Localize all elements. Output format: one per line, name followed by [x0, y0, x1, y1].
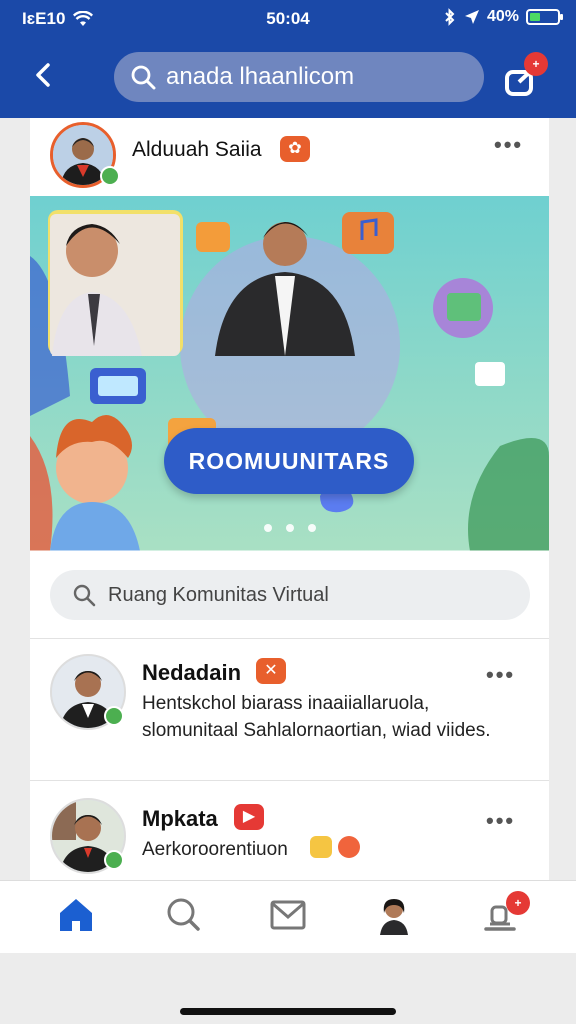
carousel-dot[interactable] — [307, 524, 316, 532]
app-header: anada lhaanlicom + — [0, 36, 576, 118]
header-search-text: anada lhaanlicom — [166, 63, 355, 90]
tab-home[interactable] — [56, 895, 96, 937]
author-name[interactable]: Alduuah Saiia — [132, 138, 262, 162]
tab-messages[interactable] — [268, 895, 308, 937]
post-header: Alduuah Saiia ✿ ••• — [30, 118, 549, 196]
notification-badge: + — [506, 891, 530, 915]
author-tag-badge: ✿ — [280, 136, 310, 162]
divider — [30, 780, 549, 781]
bottom-tab-bar: + — [0, 880, 576, 953]
carousel-dot[interactable] — [285, 524, 294, 532]
mail-icon — [270, 900, 306, 930]
battery-percent: 40% — [486, 8, 519, 25]
status-bar: IɛE10 50:04 40% — [0, 0, 576, 36]
search-icon — [167, 898, 200, 931]
online-indicator — [104, 850, 124, 870]
battery-fill — [530, 13, 541, 21]
profile-avatar-icon — [380, 899, 408, 935]
carousel-dot[interactable] — [263, 524, 272, 532]
commenter-name[interactable]: Mpkata — [142, 806, 218, 832]
search-icon — [73, 584, 96, 607]
home-icon — [60, 899, 92, 931]
share-badge: + — [524, 52, 548, 76]
youtube-icon: ▶ — [234, 804, 264, 830]
location-icon — [464, 10, 479, 24]
search-icon — [131, 65, 156, 90]
share-button[interactable]: + — [502, 52, 548, 100]
header-search-bar[interactable]: anada lhaanlicom — [114, 52, 484, 102]
comment-more-button[interactable]: ••• — [486, 808, 515, 834]
post-more-button[interactable]: ••• — [494, 132, 523, 158]
comment-text: Hentskchol biarass inaaiiallaruola, slom… — [142, 693, 491, 741]
online-indicator — [104, 706, 124, 726]
battery-icon — [526, 9, 563, 25]
commenter-name[interactable]: Nedadain — [142, 660, 241, 686]
tab-profile[interactable] — [374, 895, 414, 937]
banner-title: ROOMUUNITARS — [164, 428, 414, 494]
carousel-dots — [30, 519, 549, 537]
divider — [30, 638, 549, 639]
tab-notifications[interactable]: + — [482, 891, 530, 937]
tab-search[interactable] — [164, 895, 204, 937]
back-arrow-icon[interactable] — [28, 58, 62, 92]
post-banner[interactable]: ROOMUUNITARS — [30, 196, 549, 551]
emoji-icon — [338, 836, 360, 858]
comment-text: Aerkoroorentiuon — [142, 839, 288, 860]
commenter-tag-badge: ✕ — [256, 658, 286, 684]
bluetooth-icon — [445, 8, 455, 26]
community-search-text: Ruang Komunitas Virtual — [108, 584, 329, 606]
community-search-bar[interactable]: Ruang Komunitas Virtual — [50, 570, 530, 620]
online-indicator — [100, 166, 120, 186]
home-indicator — [180, 1008, 396, 1015]
post-card: Alduuah Saiia ✿ ••• ROOMUUNITARS Ruang K… — [30, 118, 549, 880]
banner-illustration — [30, 210, 549, 551]
emoji-icon — [310, 836, 332, 858]
comment-more-button[interactable]: ••• — [486, 662, 515, 688]
